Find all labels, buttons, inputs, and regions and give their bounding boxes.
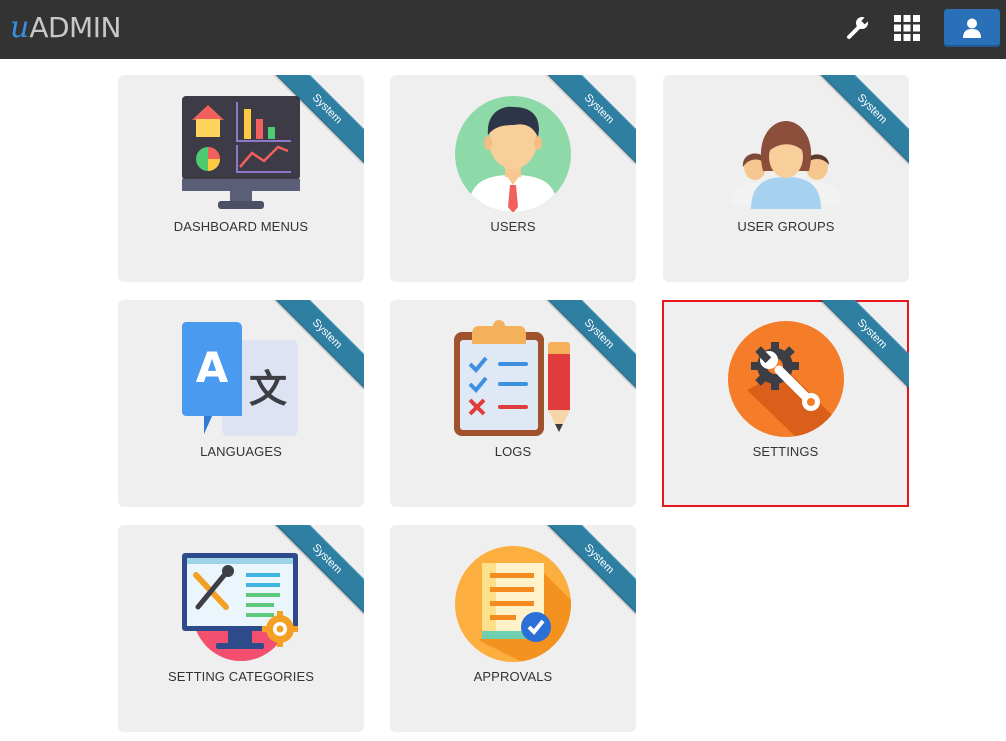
account-button[interactable] [944, 9, 1000, 47]
tile-label: APPROVALS [473, 669, 553, 684]
logo-prefix: u [10, 10, 30, 45]
grid-icon [894, 15, 920, 41]
wrench-icon [847, 15, 870, 39]
clipboard-checklist-icon [454, 320, 570, 436]
tile-settings[interactable]: SETTINGS System [662, 300, 909, 507]
user-icon [963, 18, 981, 38]
tile-label: USER GROUPS [737, 219, 835, 234]
tile-languages[interactable]: A 文 LANGUAGES System [118, 300, 364, 507]
top-navbar: u ADMIN [0, 0, 1006, 59]
tile-approvals[interactable]: APPROVALS System [390, 525, 636, 732]
tools-button[interactable] [843, 14, 871, 42]
svg-text:A: A [196, 343, 229, 392]
user-avatar-icon [455, 96, 571, 212]
logo-text: ADMIN [29, 11, 121, 44]
tile-label: SETTINGS [752, 444, 819, 459]
tile-label: SETTING CATEGORIES [167, 669, 315, 684]
tile-label: LANGUAGES [200, 444, 282, 459]
tile-setting-categories[interactable]: SETTING CATEGORIES System [118, 525, 364, 732]
tile-label: USERS [490, 219, 536, 234]
tile-logs[interactable]: LOGS System [390, 300, 636, 507]
tile-users[interactable]: USERS System [390, 75, 636, 282]
tile-user-groups[interactable]: USER GROUPS System [663, 75, 909, 282]
tools-monitor-icon [182, 553, 298, 661]
user-group-icon [731, 121, 841, 209]
gear-wrench-icon [728, 321, 844, 437]
dashboard-monitor-icon [182, 96, 300, 209]
svg-text:文: 文 [249, 367, 287, 411]
tile-label: LOGS [494, 444, 532, 459]
approval-document-icon [455, 546, 571, 662]
app-logo[interactable]: u ADMIN [10, 8, 121, 48]
apps-grid-button[interactable] [893, 14, 921, 42]
tile-dashboard-menus[interactable]: DASHBOARD MENUS System [118, 75, 364, 282]
translate-icon: A 文 [182, 322, 298, 436]
tile-label: DASHBOARD MENUS [173, 219, 309, 234]
